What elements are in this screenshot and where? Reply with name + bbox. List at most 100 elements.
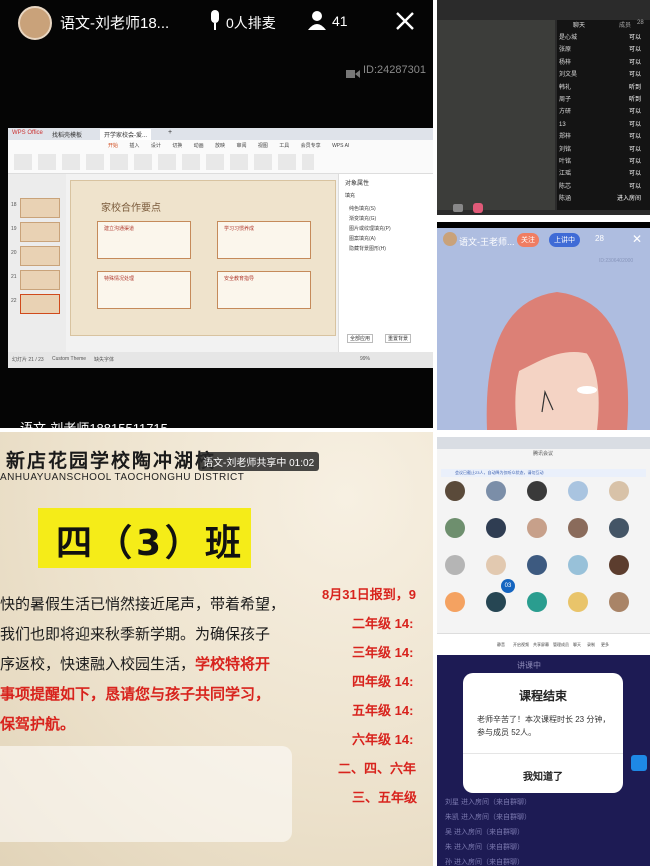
notice-paragraph: 快的暑假生活已悄然接近尾声，带着希望， 我们也即将迎来秋季新学期。为确保孩子 序… — [0, 596, 286, 733]
thumb-number: 21 — [11, 274, 17, 280]
participant-avatar[interactable] — [445, 592, 465, 612]
end-button[interactable] — [473, 203, 483, 213]
participant-avatar[interactable] — [486, 481, 506, 501]
school-name: 新店花园学校陶冲湖校 — [6, 450, 217, 472]
record-button[interactable]: 录制 — [587, 642, 595, 648]
mic-queue-label[interactable]: 0人排麦 — [226, 13, 276, 33]
menu-tools[interactable]: 工具 — [279, 143, 289, 149]
menu-member[interactable]: 会员专享 — [301, 143, 321, 149]
side-float-icon[interactable] — [631, 755, 647, 771]
participant-avatar[interactable] — [445, 481, 465, 501]
tab-wps[interactable]: WPS Office — [12, 130, 43, 136]
pane-title: 对象属性 — [345, 181, 370, 187]
slide-title: 家校合作要点 — [101, 203, 161, 214]
members-button[interactable]: 管理成员 — [553, 642, 569, 648]
participant-avatar[interactable] — [527, 481, 547, 501]
participant-avatar[interactable] — [568, 481, 588, 501]
slide-card: 特殊情况处理 — [97, 271, 191, 309]
camera-icon — [346, 66, 360, 78]
acknowledge-button[interactable]: 我知道了 — [463, 768, 623, 783]
class-name: 四（3）班 — [56, 523, 246, 564]
avatar-video-panel: 语文-王老师... 关注 上讲中 28 ✕ ID:2306402000 — [437, 222, 650, 430]
slide-thumbnail[interactable] — [20, 246, 60, 266]
fill-options[interactable]: 纯色填充(S) 渐变填充(G) 图片或纹理填充(P) 图案填充(A) 隐藏背景图… — [349, 204, 391, 254]
participant-avatar[interactable] — [527, 592, 547, 612]
menu-wps-ai[interactable]: WPS AI — [332, 143, 349, 149]
video-area — [437, 20, 555, 210]
participant-avatar[interactable] — [486, 555, 506, 575]
course-end-panel: 讲课中 课程结束 老师辛苦了！本次课程时长 23 分钟， 参与成员 52人。 我… — [437, 655, 650, 866]
menu-home[interactable]: 开始 — [108, 143, 118, 149]
viewers-count: 41 — [332, 13, 348, 29]
ribbon-menu: 开始 插入 设计 切换 动画 放映 审阅 视图 工具 会员专享 WPS AI — [108, 142, 349, 151]
teacher-avatar[interactable] — [18, 6, 52, 40]
share-button[interactable]: 共享屏幕 — [533, 642, 549, 648]
camera-toggle-icon[interactable] — [453, 204, 463, 212]
participant-avatar[interactable] — [568, 555, 588, 575]
cartoon-avatar — [437, 222, 650, 430]
browser-tabbar — [437, 437, 650, 449]
dialog-title: 课程结束 — [518, 689, 567, 703]
slide-card: 建立沟通渠道 — [97, 221, 191, 259]
status-bar: 幻灯片 21 / 23 Custom Theme 缺失字体 99% — [8, 352, 433, 368]
menu-view[interactable]: 视图 — [258, 143, 268, 149]
slide-thumbnail[interactable] — [20, 270, 60, 290]
class-notice-panel: 新店花园学校陶冲湖校 ANHUAYUANSCHOOL TAOCHONGHU DI… — [0, 432, 433, 866]
menu-insert[interactable]: 插入 — [129, 143, 139, 149]
mute-button[interactable]: 静音 — [497, 642, 505, 648]
tab-members[interactable]: 成员 — [619, 20, 631, 29]
participant-avatar[interactable] — [486, 518, 506, 538]
menu-review[interactable]: 审阅 — [236, 143, 246, 149]
participant-avatar[interactable] — [568, 592, 588, 612]
menu-transition[interactable]: 切换 — [172, 143, 182, 149]
participant-avatar[interactable] — [527, 518, 547, 538]
slide-thumbnail[interactable] — [20, 222, 60, 242]
meeting-toolbar: 静音 开启视频 共享屏幕 管理成员 聊天 录制 更多 — [437, 633, 650, 649]
participant-badge: 03 — [501, 579, 515, 593]
slide-thumbnail-selected[interactable] — [20, 294, 60, 314]
current-slide: 家校合作要点 建立沟通渠道 学习习惯养成 特殊情况处理 安全教育指导 — [70, 180, 336, 336]
bottom-caption: 语文-刘老师18815511715 — [20, 418, 168, 428]
menu-animation[interactable]: 动画 — [194, 143, 204, 149]
participant-avatar[interactable] — [445, 518, 465, 538]
video-button[interactable]: 开启视频 — [513, 642, 529, 648]
reset-bg-button[interactable]: 重置背景 — [385, 334, 412, 343]
slide-thumbnail[interactable] — [20, 198, 60, 218]
tab-chat[interactable]: 聊天 — [573, 20, 585, 29]
participant-avatar[interactable] — [609, 481, 629, 501]
shared-ppt-window: WPS Office 找稻壳模板 开学家校会-爱... + 开始 插入 设计 切… — [8, 128, 433, 368]
thumb-number: 18 — [11, 202, 17, 208]
participant-avatar[interactable] — [527, 555, 547, 575]
mic-icon — [208, 10, 222, 32]
apply-all-button[interactable]: 全部应用 — [347, 334, 374, 343]
ribbon: 开始 插入 设计 切换 动画 放映 审阅 视图 工具 会员专享 WPS AI — [8, 140, 433, 174]
tab-templates[interactable]: 找稻壳模板 — [52, 130, 82, 139]
slide-card: 安全教育指导 — [217, 271, 311, 309]
app-tabbar: WPS Office 找稻壳模板 开学家校会-爱... + — [8, 128, 433, 140]
header-text: 讲课中 — [517, 661, 541, 670]
menu-design[interactable]: 设计 — [151, 143, 161, 149]
menu-slideshow[interactable]: 放映 — [215, 143, 225, 149]
room-id: ID:24287301 — [363, 64, 426, 76]
new-tab-button[interactable]: + — [168, 129, 172, 136]
meeting-title: 腾讯会议 — [533, 451, 554, 457]
meeting-notice: 会议已截止23人，自动降为仅听众状态，请勿互动 — [441, 469, 646, 477]
participant-grid — [437, 481, 650, 631]
tab-document[interactable]: 开学家校会-爱... — [100, 129, 151, 140]
participant-avatar[interactable] — [445, 555, 465, 575]
content-card — [0, 746, 292, 842]
chat-messages: 是心城 可以 张原 可以 杨梓 可以 刘文昊 可以 韩礼 听到 周子 听到 方研… — [559, 35, 641, 203]
chat-button[interactable]: 聊天 — [573, 642, 581, 648]
more-button[interactable]: 更多 — [601, 642, 609, 648]
participant-avatar[interactable] — [609, 592, 629, 612]
participant-avatar[interactable] — [609, 555, 629, 575]
zoom-level[interactable]: 99% — [360, 356, 370, 362]
participant-avatar[interactable] — [609, 518, 629, 538]
course-end-dialog: 课程结束 老师辛苦了！本次课程时长 23 分钟， 参与成员 52人。 我知道了 — [463, 673, 623, 793]
pane-fill-label: 填充 — [345, 193, 356, 199]
close-icon[interactable] — [394, 10, 416, 32]
schedule-list: 8月31日报到，9 二年级 14: 三年级 14: 四年级 14: 五年级 14… — [322, 587, 418, 805]
participant-avatar[interactable] — [486, 592, 506, 612]
ribbon-tools[interactable] — [14, 154, 314, 170]
participant-avatar[interactable] — [568, 518, 588, 538]
